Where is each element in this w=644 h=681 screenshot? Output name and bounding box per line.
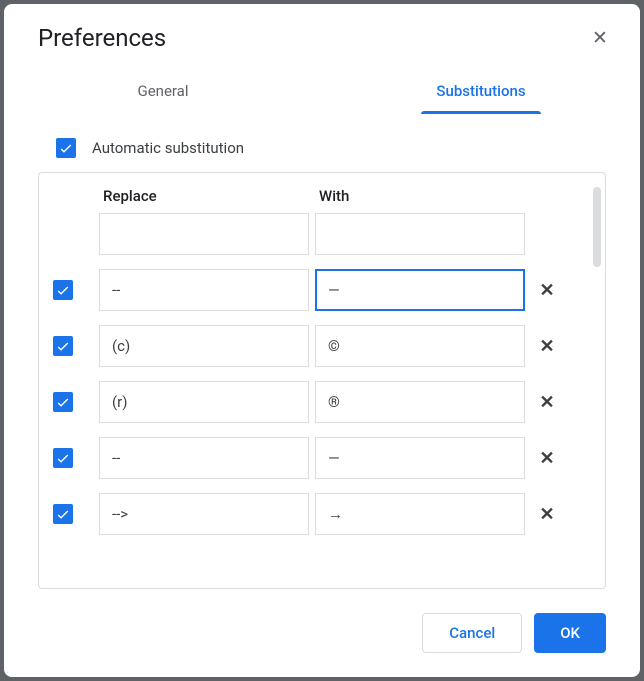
- with-input[interactable]: [315, 325, 525, 367]
- replace-input[interactable]: [99, 269, 309, 311]
- auto-substitution-label: Automatic substitution: [92, 139, 244, 157]
- delete-row-button[interactable]: ✕: [531, 498, 563, 530]
- replace-input[interactable]: [99, 325, 309, 367]
- delete-row-button[interactable]: ✕: [531, 274, 563, 306]
- x-icon: ✕: [539, 280, 554, 301]
- row-checkbox[interactable]: [53, 504, 73, 524]
- cancel-button[interactable]: Cancel: [422, 613, 522, 653]
- auto-substitution-row: Automatic substitution: [56, 138, 606, 158]
- table-row: [53, 213, 597, 255]
- x-icon: ✕: [539, 504, 554, 525]
- dialog-footer: Cancel OK: [4, 589, 640, 677]
- tabs: General Substitutions: [4, 70, 640, 114]
- tab-content: Automatic substitution Replace With ✕✕✕✕…: [4, 114, 640, 589]
- row-checkbox[interactable]: [53, 392, 73, 412]
- check-icon: [55, 394, 71, 410]
- table-row: ✕: [53, 437, 597, 479]
- table-row: ✕: [53, 269, 597, 311]
- column-header-with: With: [315, 187, 525, 205]
- x-icon: ✕: [539, 336, 554, 357]
- with-input[interactable]: [315, 381, 525, 423]
- with-input[interactable]: [315, 213, 525, 255]
- row-checkbox[interactable]: [53, 448, 73, 468]
- x-icon: ✕: [539, 392, 554, 413]
- substitutions-table: Replace With ✕ ✕ ✕ ✕ ✕: [38, 172, 606, 589]
- close-button[interactable]: ✕: [588, 26, 612, 50]
- row-checkbox[interactable]: [53, 336, 73, 356]
- check-icon: [55, 450, 71, 466]
- row-checkbox[interactable]: [53, 280, 73, 300]
- table-headers: Replace With: [53, 187, 597, 205]
- replace-input[interactable]: [99, 493, 309, 535]
- with-input[interactable]: [315, 437, 525, 479]
- close-icon: ✕: [592, 27, 608, 50]
- replace-input[interactable]: [99, 437, 309, 479]
- delete-row-button[interactable]: ✕: [531, 386, 563, 418]
- check-icon: [55, 282, 71, 298]
- tab-substitutions[interactable]: Substitutions: [322, 70, 640, 114]
- preferences-dialog: Preferences ✕ General Substitutions Auto…: [4, 4, 640, 677]
- with-input[interactable]: [315, 493, 525, 535]
- dialog-header: Preferences ✕: [4, 4, 640, 52]
- table-row: ✕: [53, 381, 597, 423]
- scrollbar[interactable]: [593, 187, 601, 267]
- ok-button[interactable]: OK: [534, 613, 606, 653]
- auto-substitution-checkbox[interactable]: [56, 138, 76, 158]
- delete-row-button[interactable]: ✕: [531, 442, 563, 474]
- replace-input[interactable]: [99, 381, 309, 423]
- tab-general[interactable]: General: [4, 70, 322, 114]
- column-header-replace: Replace: [99, 187, 309, 205]
- table-rows: ✕ ✕ ✕ ✕ ✕: [53, 213, 597, 535]
- x-icon: ✕: [539, 448, 554, 469]
- check-icon: [55, 338, 71, 354]
- dialog-title: Preferences: [38, 24, 166, 52]
- with-input[interactable]: [315, 269, 525, 311]
- table-row: ✕: [53, 493, 597, 535]
- check-icon: [55, 506, 71, 522]
- delete-row-button[interactable]: ✕: [531, 330, 563, 362]
- replace-input[interactable]: [99, 213, 309, 255]
- check-icon: [58, 140, 74, 156]
- table-row: ✕: [53, 325, 597, 367]
